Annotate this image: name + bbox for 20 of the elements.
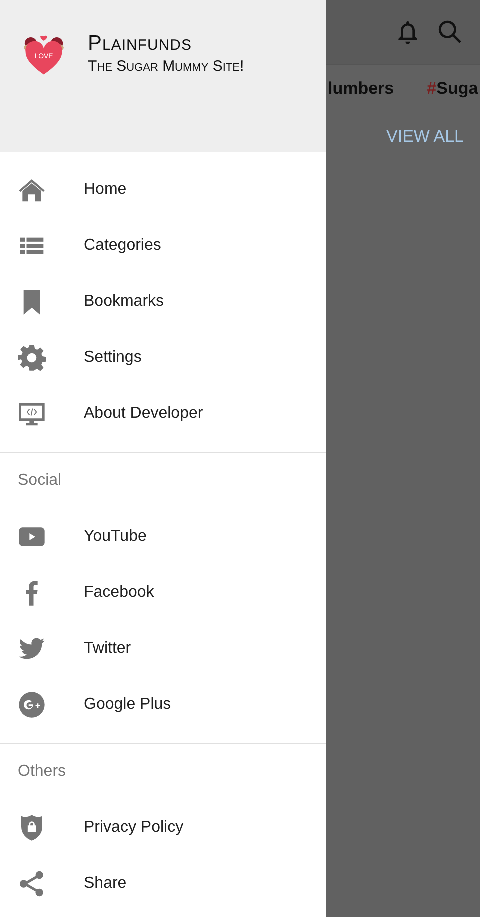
section-heading: Social	[18, 472, 62, 490]
menu-item[interactable]: Google Plus	[0, 677, 326, 733]
settings-icon	[18, 344, 46, 372]
menu-item[interactable]: Twitter	[0, 621, 326, 677]
section-heading: Others	[18, 763, 66, 781]
menu-item[interactable]: Privacy Policy	[0, 800, 326, 856]
menu-item[interactable]: Home	[0, 162, 326, 218]
search-icon[interactable]	[436, 18, 464, 46]
menu-item[interactable]: Share	[0, 856, 326, 912]
menu-item[interactable]: Bookmarks	[0, 274, 326, 330]
menu-item[interactable]: Categories	[0, 218, 326, 274]
google-plus-icon	[18, 691, 46, 719]
menu-item[interactable]: Settings	[0, 330, 326, 386]
menu-item[interactable]: YouTube	[0, 509, 326, 565]
app-subtitle: The Sugar Mummy Site!	[88, 58, 244, 75]
share-icon	[18, 870, 46, 898]
app-title: Plainfunds	[88, 32, 194, 56]
menu-item[interactable]: About Developer	[0, 386, 326, 442]
menu-item[interactable]: Facebook	[0, 565, 326, 621]
view-all-link[interactable]: VIEW ALL	[386, 127, 464, 147]
